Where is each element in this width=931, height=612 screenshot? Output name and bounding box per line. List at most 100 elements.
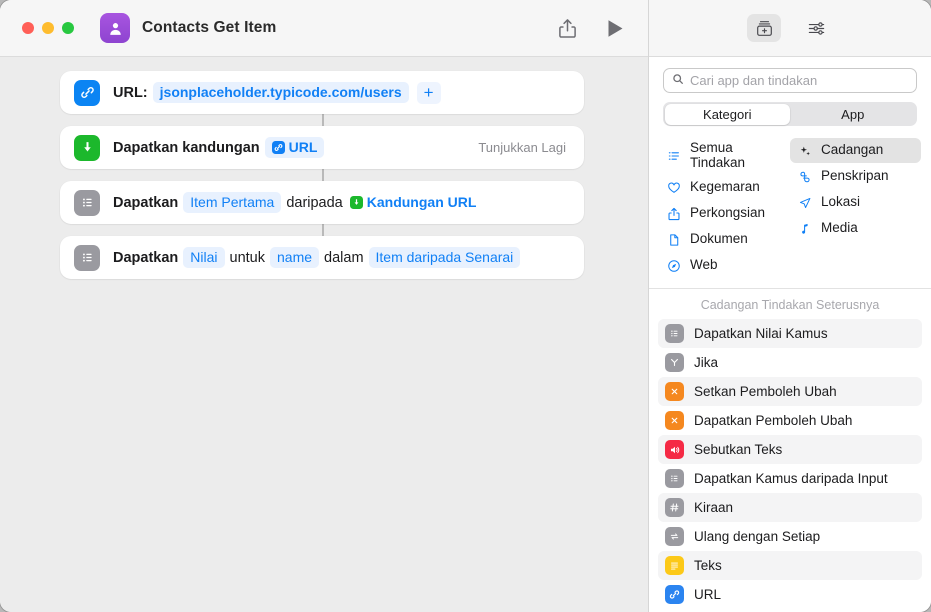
editor-pane: Contacts Get Item URL: jsonplaceholder.t… bbox=[0, 0, 648, 612]
category-item-kegemaran[interactable]: Kegemaran bbox=[659, 175, 790, 200]
search-container: Cari app dan tindakan bbox=[649, 57, 931, 93]
download-badge-icon bbox=[349, 195, 363, 209]
url-contents-token-label: Kandungan URL bbox=[366, 194, 477, 210]
traffic-lights bbox=[22, 22, 74, 34]
category-item-web[interactable]: Web bbox=[659, 253, 790, 278]
suggestions-header: Cadangan Tindakan Seterusnya bbox=[700, 298, 880, 312]
category-item-dokumen[interactable]: Dokumen bbox=[659, 227, 790, 252]
list-item[interactable]: Teks bbox=[658, 551, 922, 580]
category-label: Dokumen bbox=[690, 231, 748, 247]
compass-icon bbox=[666, 259, 682, 273]
get-item-label: Dapatkan bbox=[113, 194, 179, 211]
key-name-token[interactable]: name bbox=[270, 247, 320, 268]
suggestions-list: Dapatkan Nilai Kamus Jika Setkan Pembole… bbox=[649, 319, 931, 612]
list-item[interactable]: Ulang dengan Setiap bbox=[658, 522, 922, 551]
action-card-url-text: URL: jsonplaceholder.typicode.com/users … bbox=[113, 81, 441, 104]
action-card-get-item-from-list[interactable]: Dapatkan Item Pertama daripada Kandungan… bbox=[60, 181, 584, 224]
link-icon bbox=[74, 79, 100, 106]
url-contents-variable-token[interactable]: Kandungan URL bbox=[348, 192, 484, 213]
link-badge-icon bbox=[271, 140, 285, 154]
list-item[interactable]: URL bbox=[658, 580, 922, 609]
share-icon[interactable] bbox=[558, 18, 577, 39]
item-from-list-token[interactable]: Item daripada Senarai bbox=[368, 247, 521, 268]
play-icon[interactable] bbox=[607, 19, 624, 38]
category-column-left: Semua Tindakan Kegemaran Perkongsian Dok… bbox=[659, 138, 790, 278]
variable-icon bbox=[665, 382, 684, 401]
list-icon bbox=[74, 244, 100, 271]
tab-app[interactable]: App bbox=[790, 104, 916, 125]
minimize-button[interactable] bbox=[42, 22, 54, 34]
category-label: Penskripan bbox=[821, 168, 889, 184]
search-input[interactable]: Cari app dan tindakan bbox=[663, 68, 917, 93]
category-item-penskripan[interactable]: Penskripan bbox=[790, 164, 921, 189]
category-item-cadangan[interactable]: Cadangan bbox=[790, 138, 921, 163]
link-icon bbox=[665, 585, 684, 604]
music-note-icon bbox=[797, 222, 813, 236]
url-value-token[interactable]: jsonplaceholder.typicode.com/users bbox=[152, 82, 409, 103]
sliders-icon[interactable] bbox=[799, 14, 833, 42]
close-button[interactable] bbox=[22, 22, 34, 34]
dictionary-icon bbox=[665, 469, 684, 488]
list-item[interactable]: Dapatkan Pemboleh Ubah bbox=[658, 406, 922, 435]
segmented-container: Kategori App bbox=[649, 93, 931, 126]
library-sidebar: Cari app dan tindakan Kategori App Semua… bbox=[648, 0, 931, 612]
sidebar-toolbar bbox=[649, 0, 931, 57]
search-placeholder: Cari app dan tindakan bbox=[690, 73, 818, 88]
category-label: Lokasi bbox=[821, 194, 861, 210]
connector-line bbox=[322, 169, 324, 181]
heart-icon bbox=[666, 181, 682, 195]
document-icon bbox=[666, 233, 682, 247]
list-item-label: Dapatkan Pemboleh Ubah bbox=[694, 413, 853, 428]
category-label: Web bbox=[690, 257, 718, 273]
category-label: Cadangan bbox=[821, 142, 884, 158]
list-item-label: Sebutkan Teks bbox=[694, 442, 783, 457]
get-value-mid2-label: dalam bbox=[324, 249, 364, 266]
list-item[interactable]: Dapatkan Kamus daripada Input bbox=[658, 464, 922, 493]
get-contents-label: Dapatkan kandungan bbox=[113, 139, 260, 156]
category-item-semua-tindakan[interactable]: Semua Tindakan bbox=[659, 138, 790, 174]
hash-icon bbox=[665, 498, 684, 517]
action-card-list: URL: jsonplaceholder.typicode.com/users … bbox=[60, 71, 584, 279]
zoom-button[interactable] bbox=[62, 22, 74, 34]
action-card-get-contents[interactable]: Dapatkan kandungan URL Tunjukkan Lagi bbox=[60, 126, 584, 169]
list-item[interactable]: Jika bbox=[658, 348, 922, 377]
list-bullet-icon bbox=[666, 149, 682, 163]
list-icon bbox=[74, 189, 100, 216]
value-type-token[interactable]: Nilai bbox=[183, 247, 225, 268]
get-value-mid1-label: untuk bbox=[229, 249, 265, 266]
list-item-label: Dapatkan Nilai Kamus bbox=[694, 326, 828, 341]
speaker-icon bbox=[665, 440, 684, 459]
branch-icon bbox=[665, 353, 684, 372]
search-icon bbox=[672, 72, 684, 90]
action-card-get-contents-text: Dapatkan kandungan URL bbox=[113, 137, 325, 158]
action-card-get-value-text: Dapatkan Nilai untuk name dalam Item dar… bbox=[113, 247, 521, 268]
action-card-get-item-text: Dapatkan Item Pertama daripada Kandungan… bbox=[113, 192, 483, 213]
window-titlebar: Contacts Get Item bbox=[0, 0, 648, 57]
list-item[interactable]: Dapatkan Nilai Kamus bbox=[658, 319, 922, 348]
sparkles-icon bbox=[797, 144, 813, 158]
url-variable-token[interactable]: URL bbox=[264, 137, 325, 158]
tab-kategori[interactable]: Kategori bbox=[664, 103, 790, 125]
list-item[interactable]: Kiraan bbox=[658, 493, 922, 522]
connector-line bbox=[322, 224, 324, 236]
variable-icon bbox=[665, 411, 684, 430]
action-library-icon[interactable] bbox=[747, 14, 781, 42]
category-item-media[interactable]: Media bbox=[790, 216, 921, 241]
shortcuts-window: Contacts Get Item URL: jsonplaceholder.t… bbox=[0, 0, 931, 612]
category-item-lokasi[interactable]: Lokasi bbox=[790, 190, 921, 215]
category-item-perkongsian[interactable]: Perkongsian bbox=[659, 201, 790, 226]
add-url-button[interactable]: + bbox=[416, 81, 441, 104]
workflow-canvas: URL: jsonplaceholder.typicode.com/users … bbox=[0, 57, 648, 612]
list-item[interactable]: Setkan Pemboleh Ubah bbox=[658, 377, 922, 406]
list-item[interactable]: Sebutkan Teks bbox=[658, 435, 922, 464]
action-card-url[interactable]: URL: jsonplaceholder.typicode.com/users … bbox=[60, 71, 584, 114]
category-label: Kegemaran bbox=[690, 179, 760, 195]
action-card-get-dictionary-value[interactable]: Dapatkan Nilai untuk name dalam Item dar… bbox=[60, 236, 584, 279]
item-position-token[interactable]: Item Pertama bbox=[183, 192, 282, 213]
get-item-mid-label: daripada bbox=[286, 194, 343, 211]
get-value-label: Dapatkan bbox=[113, 249, 179, 266]
share-icon bbox=[666, 207, 682, 221]
list-item-label: Kiraan bbox=[694, 500, 734, 515]
text-icon bbox=[665, 556, 684, 575]
show-more-button[interactable]: Tunjukkan Lagi bbox=[478, 140, 570, 155]
